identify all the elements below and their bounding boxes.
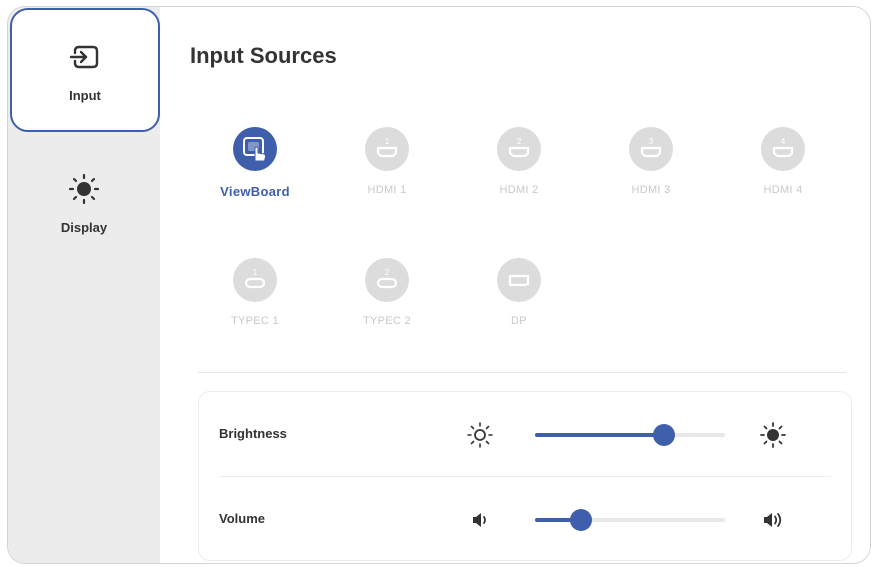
brightness-low-icon[interactable] <box>465 420 495 450</box>
source-label: TYPEC 1 <box>231 315 279 327</box>
usb-c-port-icon: 1 <box>244 268 266 289</box>
source-label: TYPEC 2 <box>363 315 411 327</box>
svg-text:4: 4 <box>781 137 786 146</box>
input-settings-window: Input Display Input Sources ViewBoard 1 … <box>7 6 871 564</box>
source-label: ViewBoard <box>220 184 290 199</box>
brightness-row: Brightness <box>199 392 851 477</box>
usb-c-port-icon: 2 <box>376 268 398 289</box>
brightness-high-icon[interactable] <box>758 420 788 450</box>
main-content: Input Sources ViewBoard 1 HDMI 1 2 HDMI … <box>160 7 870 563</box>
source-hdmi-1[interactable]: 1 HDMI 1 <box>332 127 442 196</box>
source-viewboard[interactable]: ViewBoard <box>200 127 310 199</box>
brightness-sun-icon <box>68 173 100 204</box>
viewboard-touch-icon <box>243 137 267 162</box>
brightness-slider[interactable] <box>535 424 725 446</box>
input-source-icon <box>69 45 99 68</box>
section-divider <box>198 372 846 373</box>
sidebar-item-input[interactable]: Input <box>10 8 160 132</box>
sidebar-item-display[interactable]: Display <box>8 147 160 257</box>
svg-text:2: 2 <box>385 268 390 277</box>
page-title: Input Sources <box>190 43 337 68</box>
source-label: HDMI 4 <box>763 184 803 196</box>
displayport-icon <box>508 274 530 287</box>
source-typec-2[interactable]: 2 TYPEC 2 <box>332 258 442 327</box>
source-label: HDMI 1 <box>367 184 407 196</box>
brightness-label: Brightness <box>219 426 287 441</box>
sidebar-item-label: Display <box>60 219 108 235</box>
source-hdmi-3[interactable]: 3 HDMI 3 <box>596 127 706 196</box>
sidebar-item-label: Input <box>69 87 101 103</box>
source-label: HDMI 2 <box>499 184 539 196</box>
source-dp[interactable]: DP <box>464 258 574 327</box>
sidebar: Input Display <box>8 7 160 563</box>
hdmi-port-icon: 4 <box>772 137 794 158</box>
hdmi-port-icon: 1 <box>376 137 398 158</box>
svg-text:2: 2 <box>517 137 522 146</box>
svg-text:1: 1 <box>385 137 390 146</box>
volume-slider-thumb[interactable] <box>569 509 592 531</box>
hdmi-port-icon: 2 <box>508 137 530 158</box>
volume-slider[interactable] <box>535 509 725 531</box>
volume-label: Volume <box>219 511 265 526</box>
volume-high-icon[interactable] <box>758 505 788 535</box>
volume-row: Volume <box>199 477 851 561</box>
source-hdmi-2[interactable]: 2 HDMI 2 <box>464 127 574 196</box>
brightness-slider-thumb[interactable] <box>653 424 676 446</box>
quick-controls-panel: Brightness Volume <box>198 391 852 561</box>
source-typec-1[interactable]: 1 TYPEC 1 <box>200 258 310 327</box>
source-label: DP <box>511 315 527 327</box>
source-hdmi-4[interactable]: 4 HDMI 4 <box>728 127 838 196</box>
hdmi-port-icon: 3 <box>640 137 662 158</box>
source-label: HDMI 3 <box>631 184 671 196</box>
svg-text:1: 1 <box>253 268 258 277</box>
volume-low-icon[interactable] <box>465 505 495 535</box>
svg-text:3: 3 <box>649 137 654 146</box>
